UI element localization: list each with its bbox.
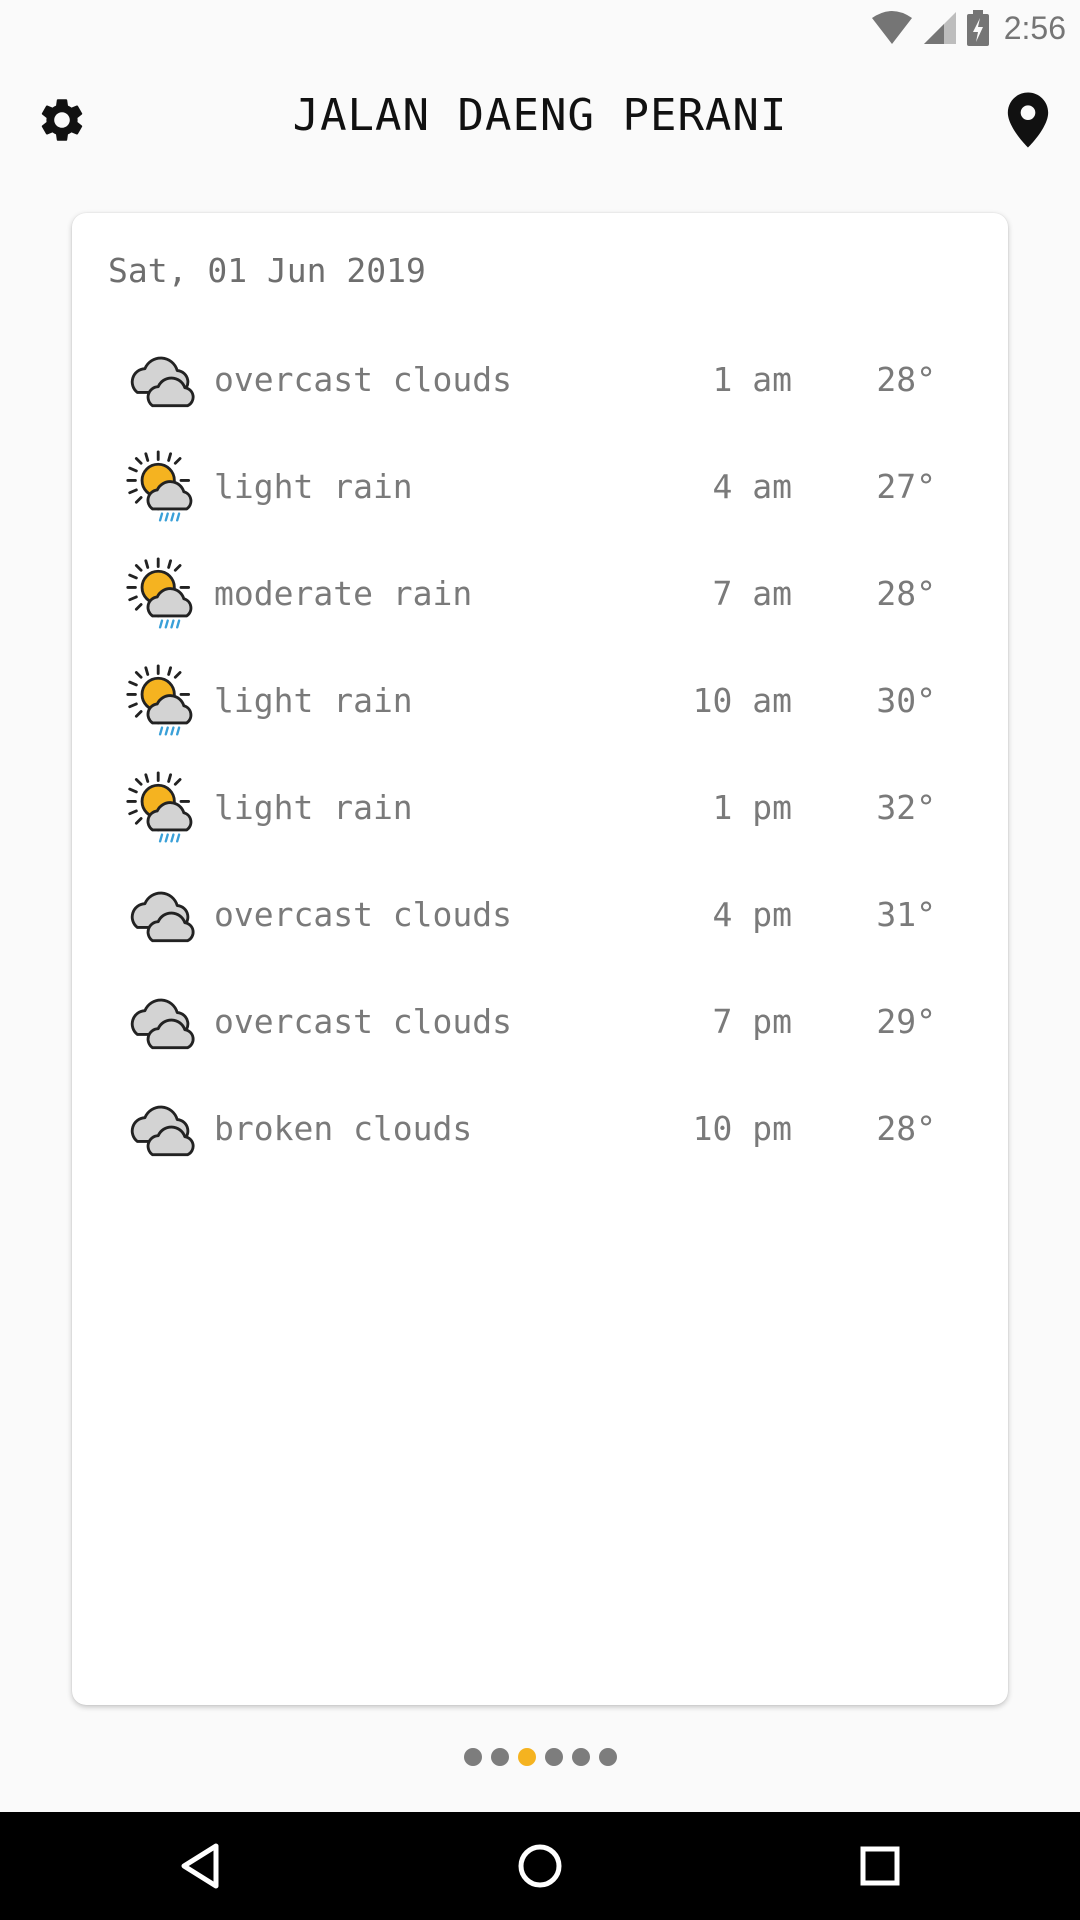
forecast-row: light rain 4 am 27° — [72, 440, 1008, 547]
navigation-bar — [0, 1812, 1080, 1920]
page-dot[interactable] — [598, 1748, 617, 1766]
status-time: 2:56 — [1003, 9, 1066, 46]
cloud-icon — [124, 985, 200, 1061]
forecast-description: moderate rain — [214, 574, 473, 613]
page-dot[interactable] — [544, 1748, 563, 1766]
home-button[interactable] — [510, 1836, 570, 1896]
status-bar: 2:56 — [0, 0, 1080, 56]
forecast-list: overcast clouds 1 am 28° light rain 4 am 27° m… — [72, 333, 1008, 1189]
forecast-description: broken clouds — [214, 1109, 473, 1148]
cloud-icon — [124, 343, 200, 419]
forecast-description: light rain — [214, 467, 413, 506]
forecast-description: overcast clouds — [214, 360, 513, 399]
forecast-date: Sat, 01 Jun 2019 — [108, 251, 426, 290]
forecast-description: light rain — [214, 681, 413, 720]
forecast-row: broken clouds 10 pm 28° — [72, 1082, 1008, 1189]
gear-icon — [41, 99, 83, 141]
settings-button[interactable] — [36, 94, 88, 146]
recents-icon — [860, 1846, 900, 1886]
forecast-temperature: 29° — [876, 1002, 936, 1041]
forecast-row: moderate rain 7 am 28° — [72, 547, 1008, 654]
forecast-time: 1 am — [712, 360, 792, 399]
forecast-row: overcast clouds 4 pm 31° — [72, 868, 1008, 975]
back-icon — [181, 1843, 219, 1889]
forecast-row: light rain 1 pm 32° — [72, 761, 1008, 868]
forecast-card: Sat, 01 Jun 2019 overcast clouds 1 am 28° l… — [72, 213, 1008, 1705]
toolbar: JALAN DAENG PERANI — [0, 72, 1080, 162]
wifi-icon — [871, 11, 912, 44]
forecast-description: light rain — [214, 788, 413, 827]
status-icons: 2:56 — [870, 6, 1066, 50]
forecast-time: 7 am — [712, 574, 792, 613]
cloud-icon — [124, 1092, 200, 1168]
page-title: JALAN DAENG PERANI — [292, 90, 788, 141]
battery-charging-icon — [966, 10, 989, 46]
sun-rain-icon — [124, 557, 200, 633]
forecast-temperature: 30° — [876, 681, 936, 720]
location-pin-icon — [1007, 92, 1049, 148]
forecast-description: overcast clouds — [214, 1002, 513, 1041]
forecast-row: light rain 10 am 30° — [72, 654, 1008, 761]
forecast-temperature: 28° — [876, 574, 936, 613]
sun-rain-icon — [124, 664, 200, 740]
sun-rain-icon — [124, 450, 200, 526]
forecast-time: 10 pm — [692, 1109, 792, 1148]
forecast-temperature: 28° — [876, 360, 936, 399]
page-dot[interactable] — [490, 1748, 509, 1766]
location-button[interactable] — [1006, 92, 1050, 148]
page-dot[interactable] — [463, 1748, 482, 1766]
signal-icon — [923, 12, 956, 44]
page-dot-active[interactable] — [517, 1748, 536, 1766]
cloud-icon — [124, 878, 200, 954]
page-indicator — [0, 1748, 1080, 1766]
forecast-time: 1 pm — [712, 788, 792, 827]
forecast-temperature: 31° — [876, 895, 936, 934]
forecast-row: overcast clouds 1 am 28° — [72, 333, 1008, 440]
forecast-temperature: 27° — [876, 467, 936, 506]
forecast-time: 10 am — [692, 681, 792, 720]
forecast-time: 4 am — [712, 467, 792, 506]
page-dot[interactable] — [571, 1748, 590, 1766]
sun-rain-icon — [124, 771, 200, 847]
back-button[interactable] — [172, 1836, 232, 1896]
forecast-description: overcast clouds — [214, 895, 513, 934]
forecast-temperature: 28° — [876, 1109, 936, 1148]
recents-button[interactable] — [850, 1836, 910, 1896]
home-icon — [518, 1844, 562, 1888]
forecast-time: 7 pm — [712, 1002, 792, 1041]
forecast-row: overcast clouds 7 pm 29° — [72, 975, 1008, 1082]
forecast-temperature: 32° — [876, 788, 936, 827]
forecast-time: 4 pm — [712, 895, 792, 934]
